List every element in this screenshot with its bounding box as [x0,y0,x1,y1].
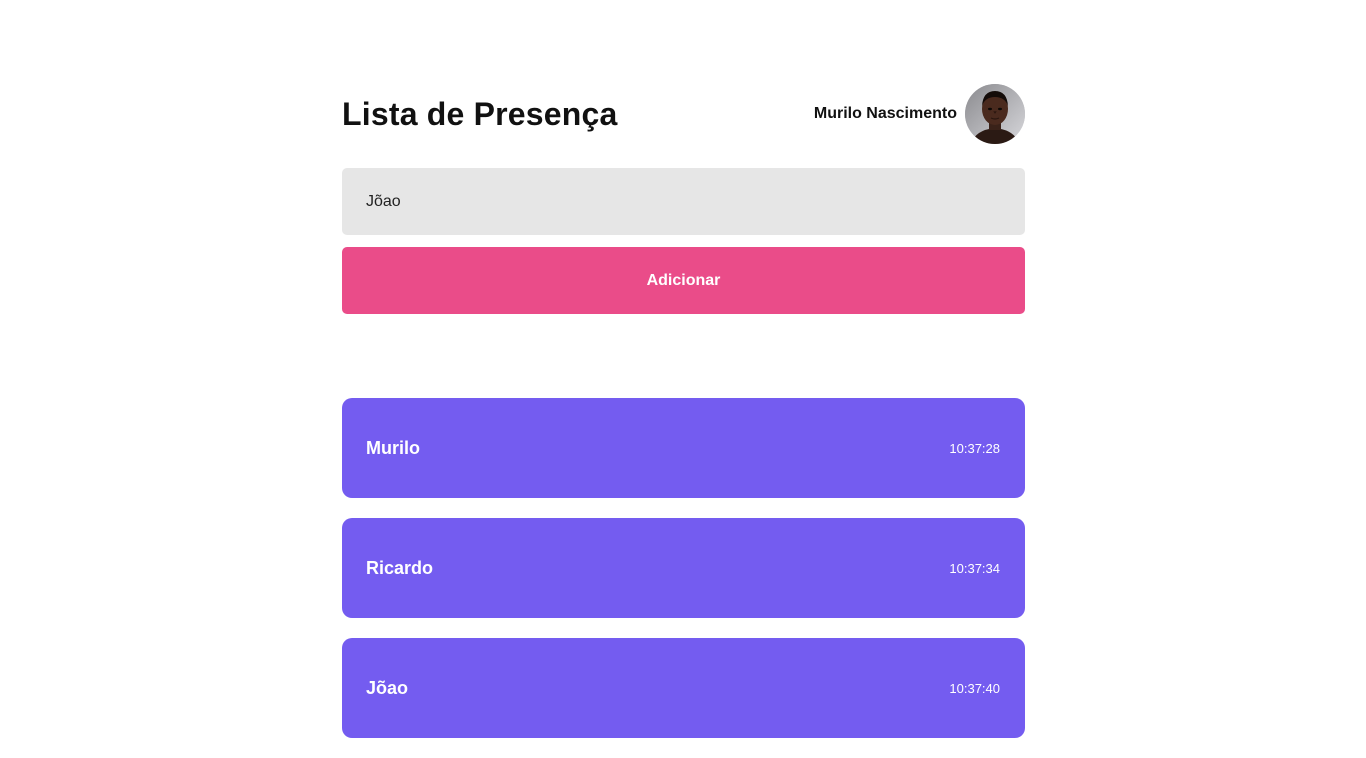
name-input[interactable] [342,168,1025,235]
student-name: Jõao [366,677,409,698]
header: Lista de Presença Murilo Nascimento [342,84,1025,144]
user-profile: Murilo Nascimento [814,84,1025,144]
attendance-list: Murilo 10:37:28 Ricardo 10:37:34 Jõao 10… [342,398,1025,738]
add-button[interactable]: Adicionar [342,247,1025,314]
student-time: 10:37:28 [949,440,1000,456]
list-item: Murilo 10:37:28 [342,398,1025,498]
avatar [965,84,1025,144]
app-container: Lista de Presença Murilo Nascimento Jõao… [342,84,1025,758]
user-avatar-icon [965,84,1025,144]
student-name: Ricardo [366,557,434,578]
student-time: 10:37:40 [949,680,1000,696]
student-name: Murilo [366,437,420,458]
student-time: 10:37:34 [949,560,1000,576]
list-item: Jõao 10:37:40 [342,638,1025,738]
page-title: Lista de Presença [342,95,618,132]
user-name: Murilo Nascimento [813,105,957,122]
list-item: Ricardo 10:37:34 [342,518,1025,618]
